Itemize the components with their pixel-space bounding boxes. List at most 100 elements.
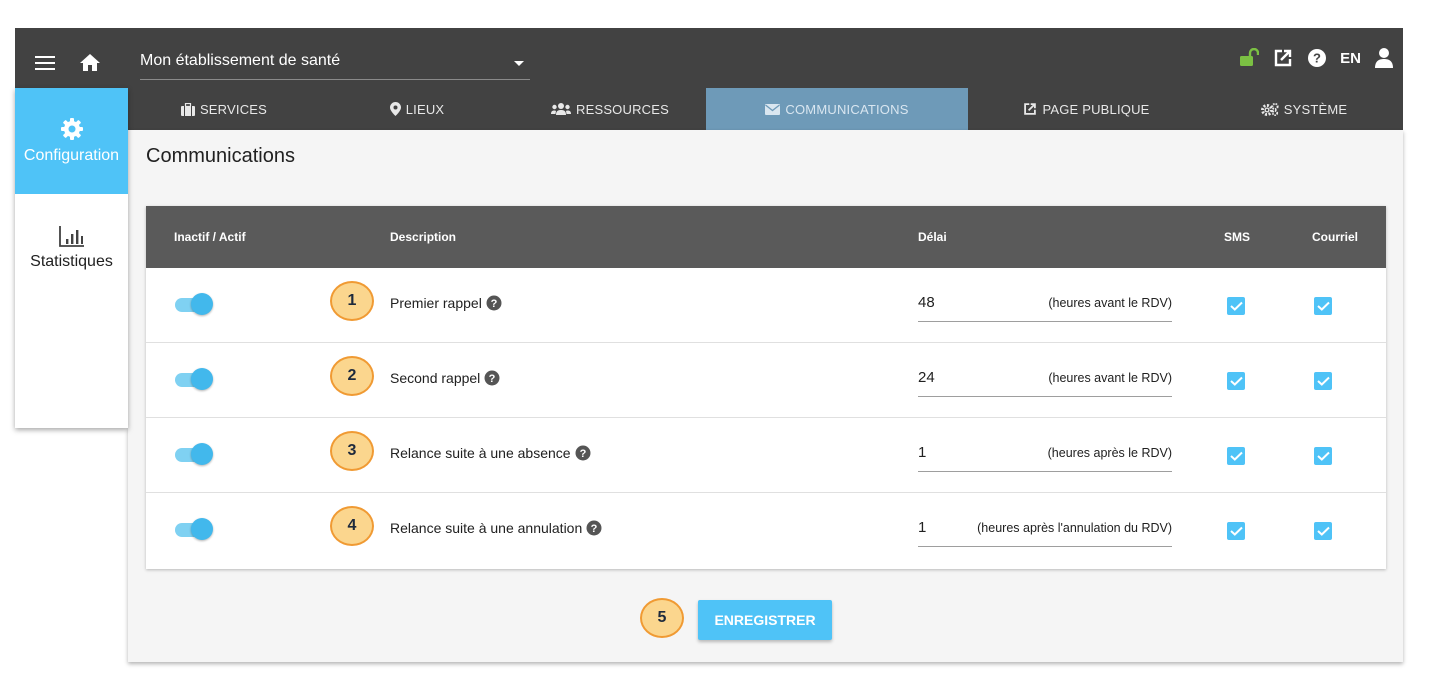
step-badge: 2 bbox=[330, 356, 374, 396]
page-title: Communications bbox=[146, 145, 295, 167]
delay-unit: (heures après le RDV) bbox=[1047, 446, 1172, 460]
tab-label: RESSOURCES bbox=[575, 101, 670, 117]
svg-text:?: ? bbox=[591, 523, 598, 535]
tab-services[interactable]: SERVICES bbox=[128, 88, 320, 130]
email-checkbox[interactable] bbox=[1314, 372, 1332, 390]
row-description: Premier rappel ? bbox=[390, 295, 502, 311]
sms-checkbox[interactable] bbox=[1227, 297, 1245, 315]
tab-bar: SERVICES LIEUX RESSOURCES COMMUNICATIONS… bbox=[128, 88, 1403, 130]
tab-label: PAGE PUBLIQUE bbox=[1042, 101, 1150, 117]
svg-text:?: ? bbox=[1313, 51, 1321, 66]
home-icon[interactable] bbox=[79, 52, 101, 72]
check-icon bbox=[1229, 451, 1243, 461]
help-icon[interactable]: ? bbox=[1306, 47, 1328, 69]
delay-field[interactable]: 1 (heures après le RDV) bbox=[918, 432, 1172, 472]
user-icon[interactable] bbox=[1373, 47, 1395, 69]
header-email: Courriel bbox=[1312, 230, 1359, 244]
active-toggle[interactable] bbox=[175, 518, 213, 540]
row-description: Relance suite à une annulation ? bbox=[390, 520, 602, 536]
active-toggle[interactable] bbox=[175, 443, 213, 465]
svg-text:?: ? bbox=[579, 448, 586, 460]
help-icon[interactable]: ? bbox=[486, 295, 502, 311]
step-badge: 3 bbox=[330, 431, 374, 471]
header-description: Description bbox=[390, 230, 457, 244]
check-icon bbox=[1316, 526, 1330, 536]
delay-field[interactable]: 48 (heures avant le RDV) bbox=[918, 282, 1172, 322]
delay-field[interactable]: 1 (heures après l'annulation du RDV) bbox=[918, 507, 1172, 547]
sms-checkbox[interactable] bbox=[1227, 522, 1245, 540]
tab-lieux[interactable]: LIEUX bbox=[320, 88, 514, 130]
delay-value: 24 bbox=[918, 369, 935, 386]
check-icon bbox=[1229, 376, 1243, 386]
header-delay: Délai bbox=[918, 230, 947, 244]
sms-checkbox[interactable] bbox=[1227, 372, 1245, 390]
main-panel: Communications Inactif / Actif Descripti… bbox=[128, 130, 1403, 662]
side-nav: Configuration Statistiques bbox=[15, 88, 128, 428]
menu-icon[interactable] bbox=[35, 56, 55, 70]
tab-label: SERVICES bbox=[199, 101, 268, 117]
header-sms: SMS bbox=[1224, 230, 1251, 244]
communications-table: Inactif / Actif Description Délai SMS Co… bbox=[146, 206, 1386, 569]
description-text: Second rappel bbox=[390, 370, 481, 386]
table-header: Inactif / Actif Description Délai SMS Co… bbox=[146, 206, 1386, 268]
save-area: 5 ENREGISTRER bbox=[128, 598, 1403, 640]
table-row: 3 Relance suite à une absence ? 1 (heure… bbox=[146, 418, 1386, 493]
email-checkbox[interactable] bbox=[1314, 522, 1332, 540]
tab-page-publique[interactable]: PAGE PUBLIQUE bbox=[968, 88, 1205, 130]
active-toggle[interactable] bbox=[175, 293, 213, 315]
check-icon bbox=[1229, 301, 1243, 311]
delay-unit: (heures avant le RDV) bbox=[1048, 296, 1172, 310]
sidenav-label: Statistiques bbox=[30, 253, 113, 270]
external-link-icon bbox=[1024, 103, 1037, 115]
description-text: Relance suite à une annulation bbox=[390, 520, 583, 536]
delay-unit: (heures avant le RDV) bbox=[1048, 371, 1172, 385]
sidenav-label: Configuration bbox=[23, 147, 120, 164]
email-checkbox[interactable] bbox=[1314, 447, 1332, 465]
tab-systeme[interactable]: SYSTÈME bbox=[1205, 88, 1403, 130]
briefcase-icon bbox=[180, 102, 195, 116]
svg-text:?: ? bbox=[490, 298, 497, 310]
save-button[interactable]: ENREGISTRER bbox=[698, 600, 832, 640]
delay-value: 1 bbox=[918, 519, 927, 536]
delay-unit: (heures après l'annulation du RDV) bbox=[977, 521, 1172, 535]
language-toggle[interactable]: EN bbox=[1340, 50, 1361, 67]
gears-icon bbox=[1260, 102, 1279, 116]
tab-communications[interactable]: COMMUNICATIONS bbox=[706, 88, 968, 130]
table-row: 4 Relance suite à une annulation ? 1 (he… bbox=[146, 493, 1386, 568]
check-icon bbox=[1316, 376, 1330, 386]
establishment-select[interactable]: Mon établissement de santé bbox=[140, 48, 530, 80]
row-description: Relance suite à une absence ? bbox=[390, 445, 591, 461]
help-icon[interactable]: ? bbox=[484, 370, 500, 386]
unlock-icon[interactable] bbox=[1238, 47, 1260, 69]
delay-value: 48 bbox=[918, 294, 935, 311]
help-icon[interactable]: ? bbox=[575, 445, 591, 461]
envelope-icon bbox=[765, 103, 781, 115]
svg-text:?: ? bbox=[489, 373, 496, 385]
header-active: Inactif / Actif bbox=[174, 230, 246, 244]
tab-label: COMMUNICATIONS bbox=[785, 101, 909, 117]
users-icon bbox=[550, 103, 571, 115]
description-text: Premier rappel bbox=[390, 295, 482, 311]
tab-label: LIEUX bbox=[405, 101, 445, 117]
top-bar: Mon établissement de santé ? EN bbox=[15, 28, 1403, 88]
table-row: 1 Premier rappel ? 48 (heures avant le R… bbox=[146, 268, 1386, 343]
help-icon[interactable]: ? bbox=[586, 520, 602, 536]
sms-checkbox[interactable] bbox=[1227, 447, 1245, 465]
step-badge: 4 bbox=[330, 506, 374, 546]
active-toggle[interactable] bbox=[175, 368, 213, 390]
external-link-icon[interactable] bbox=[1272, 47, 1294, 69]
sidenav-item-configuration[interactable]: Configuration bbox=[15, 88, 128, 194]
row-description: Second rappel ? bbox=[390, 370, 500, 386]
top-icons: ? EN bbox=[1238, 46, 1395, 70]
gear-icon bbox=[60, 118, 83, 140]
tab-ressources[interactable]: RESSOURCES bbox=[514, 88, 706, 130]
map-marker-icon bbox=[389, 102, 401, 116]
step-badge: 5 bbox=[640, 598, 684, 638]
description-text: Relance suite à une absence bbox=[390, 445, 571, 461]
chevron-down-icon bbox=[514, 61, 524, 66]
check-icon bbox=[1316, 301, 1330, 311]
email-checkbox[interactable] bbox=[1314, 297, 1332, 315]
check-icon bbox=[1316, 451, 1330, 461]
sidenav-item-statistiques[interactable]: Statistiques bbox=[15, 194, 128, 302]
delay-field[interactable]: 24 (heures avant le RDV) bbox=[918, 357, 1172, 397]
